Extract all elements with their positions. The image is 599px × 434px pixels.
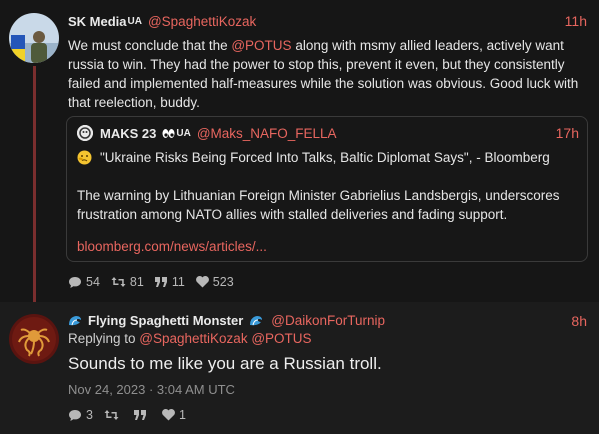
mention-link[interactable]: @POTUS xyxy=(231,38,291,53)
like-count-value: 523 xyxy=(212,275,234,289)
quote-headline-row: "Ukraine Risks Being Forced Into Talks, … xyxy=(77,150,550,165)
thinking-face-icon xyxy=(77,150,92,165)
reply-count[interactable]: 3 xyxy=(68,408,93,422)
like-count-value: 1 xyxy=(178,408,186,422)
heart-icon xyxy=(195,276,209,288)
tweet-time[interactable]: 8h xyxy=(571,313,587,329)
retweet-count-value: 81 xyxy=(129,275,144,289)
tweet-header: SK Media UA @SpaghettiKozak xyxy=(68,11,256,31)
reply-count-value: 3 xyxy=(86,408,93,422)
tweet-content: We must conclude that the @POTUS along w… xyxy=(68,36,588,112)
name-badge: UA xyxy=(127,15,142,27)
quote-count-value: 11 xyxy=(171,275,185,289)
display-name[interactable]: Flying Spaghetti Monster xyxy=(88,313,243,328)
wave-icon xyxy=(68,314,83,327)
replying-to-handles[interactable]: @SpaghettiKozak @POTUS xyxy=(139,331,311,346)
eyes-emoji-icon xyxy=(162,128,175,139)
avatar[interactable] xyxy=(9,314,59,364)
wave-icon xyxy=(249,314,264,327)
quote-avatar[interactable] xyxy=(77,125,93,141)
tweet-time[interactable]: 11h xyxy=(565,13,587,29)
tweet-main: SK Media UA @SpaghettiKozak 11h We must … xyxy=(0,0,599,304)
quote-header: MAKS 23 UA @Maks_NAFO_FELLA xyxy=(100,123,337,143)
comment-icon xyxy=(69,276,81,288)
quoted-tweet[interactable]: MAKS 23 UA @Maks_NAFO_FELLA 17h "Ukraine… xyxy=(66,116,588,262)
quote-username-handle[interactable]: @Maks_NAFO_FELLA xyxy=(197,126,337,141)
like-count[interactable]: 523 xyxy=(195,275,234,289)
tweet-text-start: We must conclude that the xyxy=(68,38,232,53)
retweet-icon xyxy=(104,410,119,420)
quote-icon xyxy=(133,409,146,420)
retweet-icon xyxy=(111,277,126,287)
retweet-count[interactable]: 81 xyxy=(111,275,144,289)
tweet-stats: 54 81 11 523 xyxy=(68,275,245,289)
retweet-button[interactable] xyxy=(104,409,123,421)
reply-count[interactable]: 54 xyxy=(68,275,100,289)
quote-paragraph: The warning by Lithuanian Foreign Minist… xyxy=(77,188,560,222)
tweet-header: Flying Spaghetti Monster @DaikonForTurni… xyxy=(68,310,385,330)
quote-time[interactable]: 17h xyxy=(556,125,579,141)
username-handle[interactable]: @SpaghettiKozak xyxy=(148,14,256,29)
replying-to-label: Replying to xyxy=(68,331,140,346)
thread-line xyxy=(33,66,36,304)
quote-name-badge: UA xyxy=(176,127,191,139)
tweet-text: Sounds to me like you are a Russian trol… xyxy=(68,354,382,373)
comment-icon xyxy=(69,409,81,421)
avatar[interactable] xyxy=(9,13,59,63)
tweet-stats: 3 1 xyxy=(68,408,197,422)
quote-icon xyxy=(154,276,167,287)
quote-count[interactable]: 11 xyxy=(154,275,185,289)
quote-article-link[interactable]: bloomberg.com/news/articles/... xyxy=(77,239,267,254)
like-count[interactable]: 1 xyxy=(162,408,186,422)
replying-to: Replying to @SpaghettiKozak @POTUS xyxy=(68,331,312,346)
reply-count-value: 54 xyxy=(86,275,100,289)
display-name[interactable]: SK Media xyxy=(68,14,127,29)
tweet-reply: Flying Spaghetti Monster @DaikonForTurni… xyxy=(0,302,599,434)
quote-display-name[interactable]: MAKS 23 xyxy=(100,126,156,141)
heart-icon xyxy=(162,409,175,421)
quote-button[interactable] xyxy=(133,409,151,421)
quote-headline: "Ukraine Risks Being Forced Into Talks, … xyxy=(100,150,550,165)
username-handle[interactable]: @DaikonForTurnip xyxy=(271,313,385,328)
tweet-date[interactable]: Nov 24, 2023 · 3:04 AM UTC xyxy=(68,382,235,397)
